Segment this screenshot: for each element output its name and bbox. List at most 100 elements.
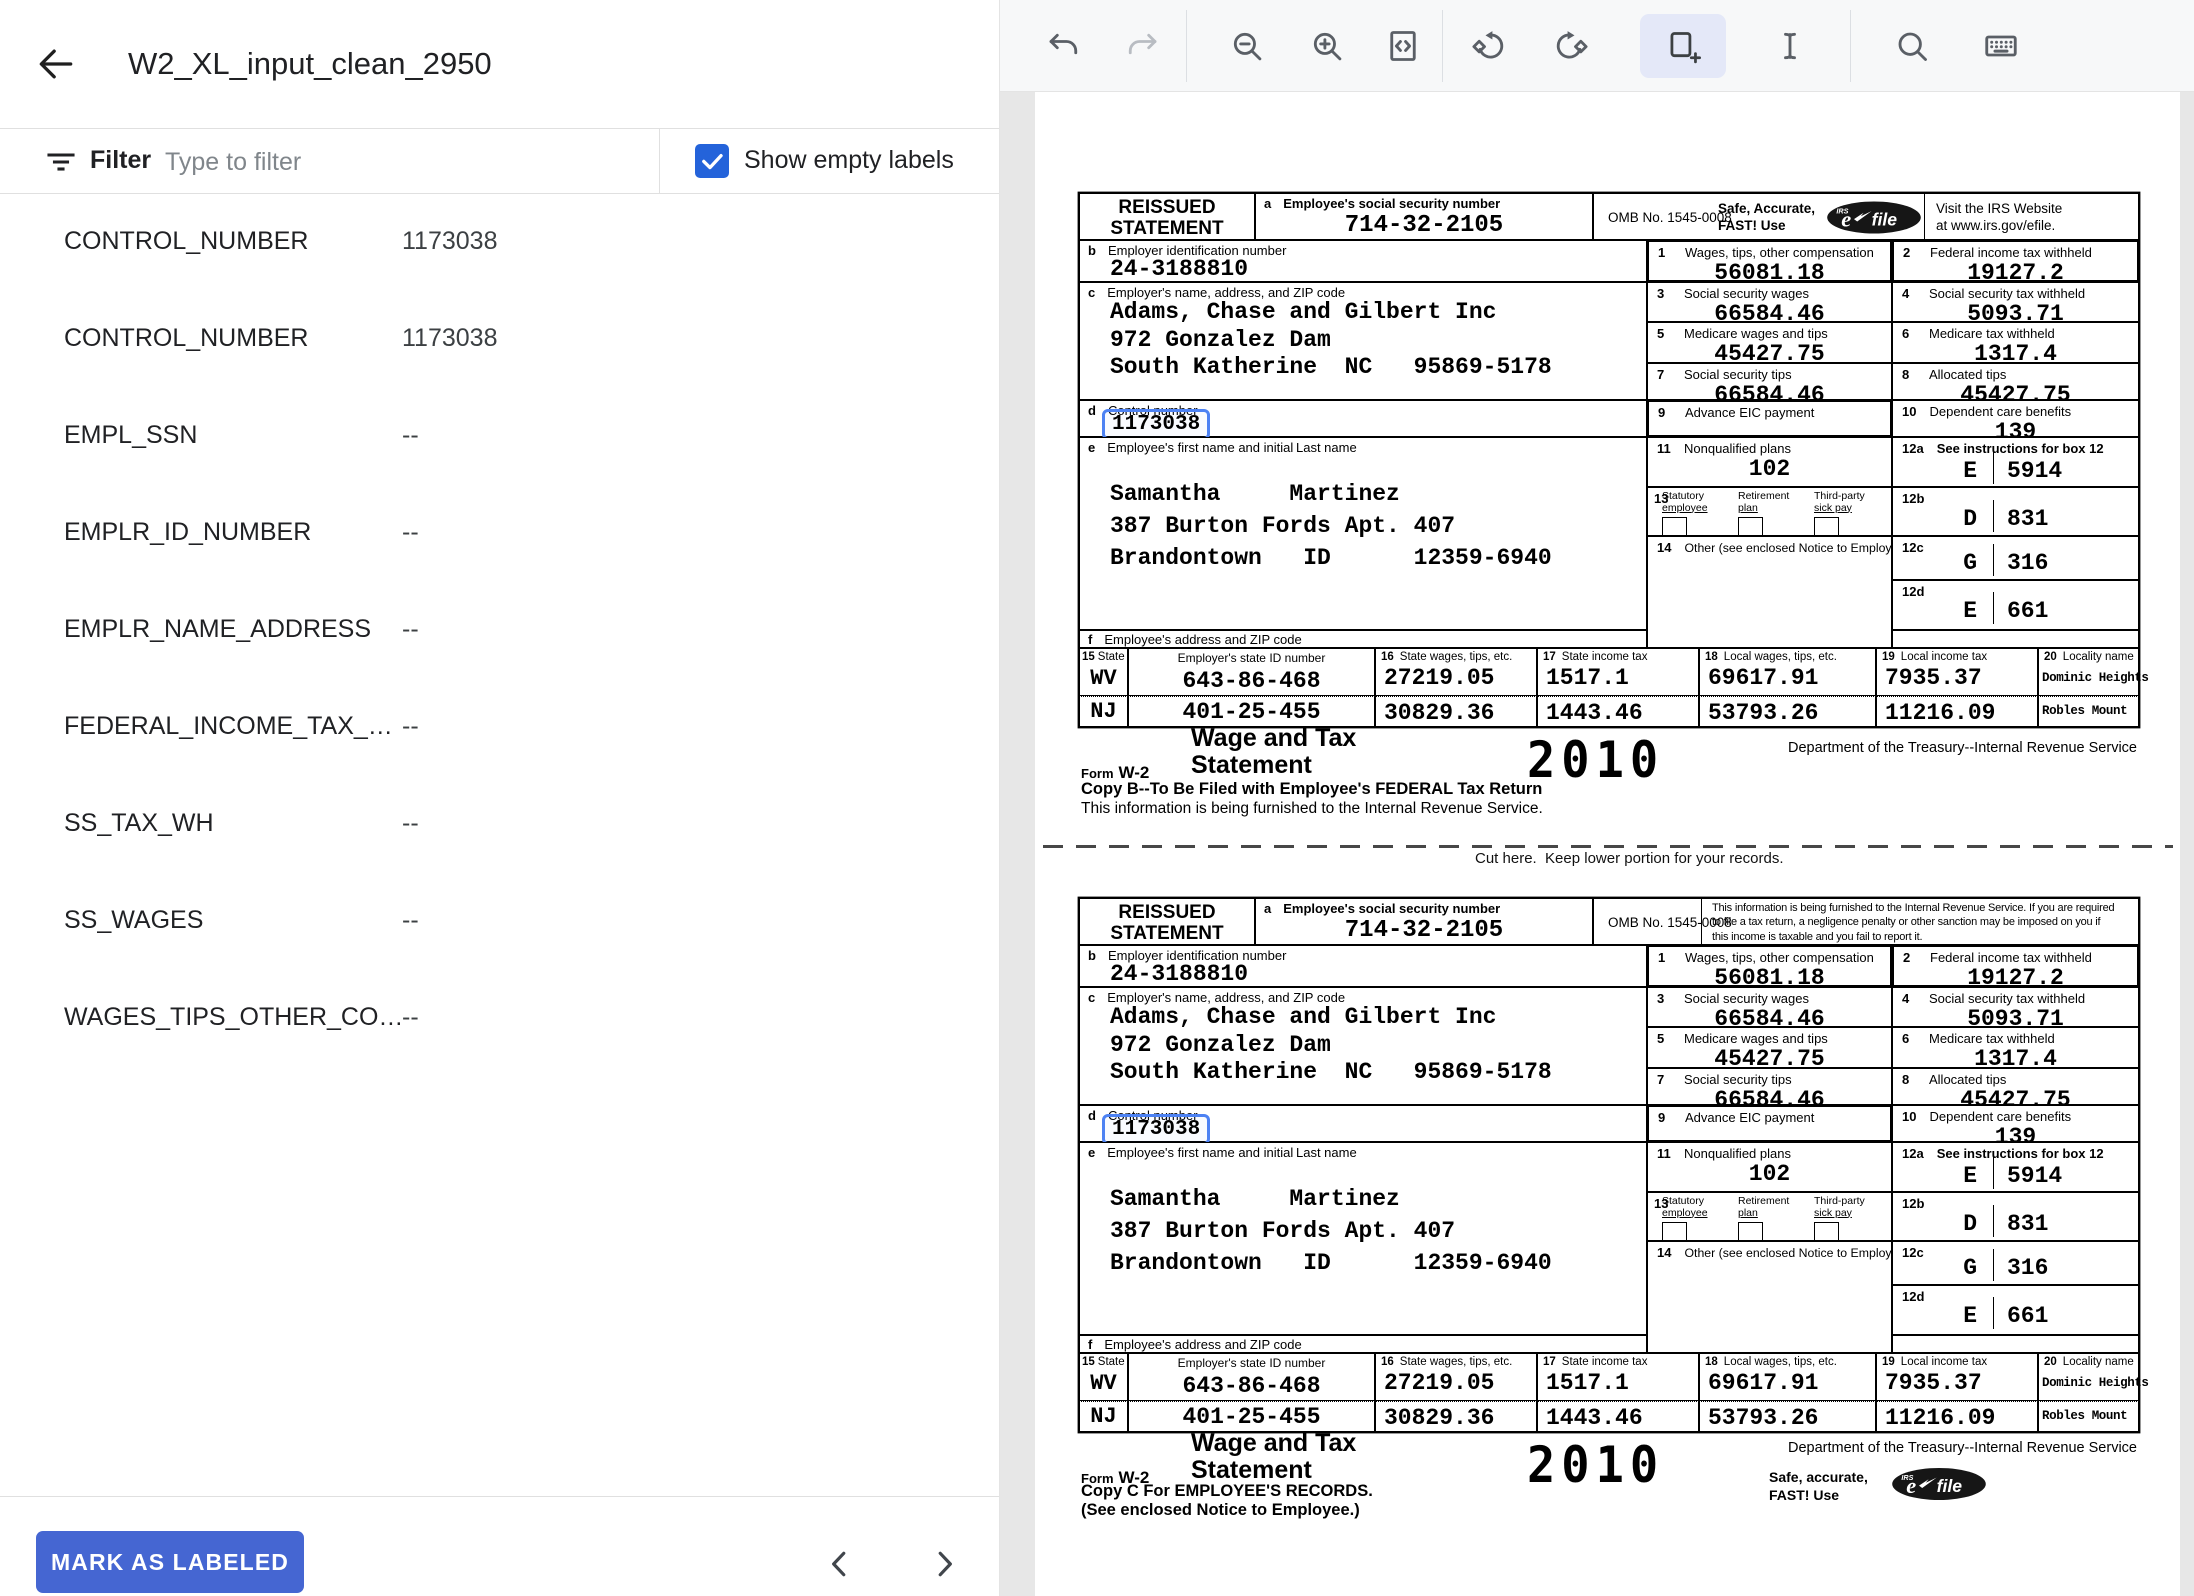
undo-button[interactable] <box>1045 28 1081 64</box>
rotate-left-button[interactable] <box>1472 28 1508 64</box>
filter-bar: Filter Show empty labels <box>0 128 999 194</box>
w2-box-4: 4Social security tax withheld5093.71 <box>1892 987 2139 1027</box>
filter-divider <box>659 129 660 193</box>
w2-box-13: 13 Statutoryemployee Retirementplan Thir… <box>1647 1192 1892 1241</box>
zoom-out-icon <box>1229 28 1265 64</box>
mark-as-labeled-button[interactable]: MARK AS LABELED <box>36 1531 304 1593</box>
list-item[interactable]: EMPLR_NAME_ADDRESS-- <box>0 581 999 678</box>
w2-box-11: 11Nonqualified plans102 <box>1647 437 1892 487</box>
w2-state-row: 53793.26 <box>1699 696 1876 727</box>
show-empty-checkbox[interactable] <box>695 144 729 178</box>
w2-footer: FormW-2 Wage and TaxStatement 2010 Depar… <box>1079 1432 2139 1524</box>
arrow-back-icon <box>34 42 78 86</box>
label-name: SS_WAGES <box>64 906 402 935</box>
w2-box-3: 3Social security wages66584.46 <box>1647 282 1892 322</box>
w2-state-row: 1443.46 <box>1537 696 1699 727</box>
chevron-right-icon <box>926 1545 964 1583</box>
w2-box-9: 9Advance EIC payment <box>1647 1105 1892 1142</box>
rotate-left-icon <box>1472 28 1508 64</box>
zoom-in-button[interactable] <box>1309 28 1345 64</box>
filter-input[interactable] <box>163 141 627 183</box>
tax-year: 2010 <box>1527 1436 1664 1495</box>
w2-box-4: 4Social security tax withheld5093.71 <box>1892 282 2139 322</box>
keyboard-shortcuts-button[interactable] <box>1983 28 2019 64</box>
w2-box-20: 20Locality name Dominic Heights <box>2038 648 2139 696</box>
previous-document-button[interactable] <box>820 1545 858 1583</box>
w2-box-b: bEmployer identification number 24-31888… <box>1079 945 1647 987</box>
w2-box-17: 17State income tax 1517.1 <box>1537 648 1699 696</box>
next-document-button[interactable] <box>926 1545 964 1583</box>
w2-state-row: Robles Mount <box>2038 1401 2139 1432</box>
w2-box-18: 18Local wages, tips, etc. 69617.91 <box>1699 648 1876 696</box>
show-empty-label: Show empty labels <box>744 146 954 175</box>
svg-text:file: file <box>1937 1476 1963 1496</box>
fit-to-width-icon <box>1385 28 1421 64</box>
w2-box-f: fEmployee's address and ZIP code <box>1079 630 1647 648</box>
w2-box-2: 2Federal income tax withheld19127.2 <box>1892 240 2139 282</box>
w2-box-a: aEmployee's social security number 714-3… <box>1255 898 1593 945</box>
toolbar-separator <box>1850 10 1851 82</box>
panel-header: W2_XL_input_clean_2950 <box>0 0 999 128</box>
w2-box-12a: 12aSee instructions for box 12 E5914 <box>1892 437 2139 487</box>
w2-box-19: 19Local income tax 7935.37 <box>1876 1353 2038 1401</box>
w2-box-e: eEmployee's first name and initial Last … <box>1079 437 1647 630</box>
w2-box-2: 2Federal income tax withheld19127.2 <box>1892 945 2139 987</box>
cut-line <box>1043 845 2173 848</box>
list-item[interactable]: SS_TAX_WH-- <box>0 775 999 872</box>
keyboard-icon <box>1983 28 2019 64</box>
efile-logo: IRS e file <box>1826 198 1922 237</box>
w2-reissued-box: REISSUEDSTATEMENT <box>1079 193 1255 240</box>
zoom-out-button[interactable] <box>1229 28 1265 64</box>
back-button[interactable] <box>34 42 78 86</box>
w2-state-row: 11216.09 <box>1876 1401 2038 1432</box>
label-value: -- <box>402 421 419 450</box>
w2-box-18: 18Local wages, tips, etc. 69617.91 <box>1699 1353 1876 1401</box>
w2-box-12d: 12d E661 <box>1892 580 2139 630</box>
w2-box-16: 16State wages, tips, etc. 27219.05 <box>1375 1353 1537 1401</box>
w2-state-row: 53793.26 <box>1699 1401 1876 1432</box>
panel-footer: MARK AS LABELED <box>0 1496 999 1596</box>
fit-to-width-button[interactable] <box>1385 28 1421 64</box>
w2-state-id: Employer's state ID number 643-86-468 <box>1128 1353 1375 1401</box>
text-select-button[interactable] <box>1772 28 1808 64</box>
tax-year: 2010 <box>1527 731 1664 790</box>
filter-label: Filter <box>90 146 151 175</box>
w2-box-1: 1Wages, tips, other compensation56081.18 <box>1647 945 1892 987</box>
control-number-annotation[interactable]: 1173038 <box>1102 1114 1210 1145</box>
rotate-right-button[interactable] <box>1552 28 1588 64</box>
w2-box-12-spacer <box>1892 630 2139 648</box>
label-name: EMPLR_ID_NUMBER <box>64 518 402 547</box>
w2-box-12a: 12aSee instructions for box 12 E5914 <box>1892 1142 2139 1192</box>
w2-box-3: 3Social security wages66584.46 <box>1647 987 1892 1027</box>
add-bounding-box-button[interactable] <box>1665 28 1701 64</box>
w2-box-6: 6Medicare tax withheld1317.4 <box>1892 1027 2139 1068</box>
label-value: -- <box>402 518 419 547</box>
w2-box-16: 16State wages, tips, etc. 27219.05 <box>1375 648 1537 696</box>
list-item[interactable]: FEDERAL_INCOME_TAX_…-- <box>0 678 999 775</box>
w2-box-10: 10Dependent care benefits139 <box>1892 1105 2139 1142</box>
list-item[interactable]: CONTROL_NUMBER1173038 <box>0 193 999 290</box>
toolbar-separator <box>1186 10 1187 82</box>
document-viewer[interactable]: REISSUEDSTATEMENT aEmployee's social sec… <box>1000 92 2194 1596</box>
w2-state-row: 11216.09 <box>1876 696 2038 727</box>
label-name: FEDERAL_INCOME_TAX_… <box>64 712 402 741</box>
list-item[interactable]: EMPLR_ID_NUMBER-- <box>0 484 999 581</box>
svg-text:e: e <box>1906 1473 1916 1498</box>
w2-box-b: bEmployer identification number 24-31888… <box>1079 240 1647 282</box>
redo-button[interactable] <box>1125 28 1161 64</box>
search-button[interactable] <box>1894 28 1930 64</box>
w2-box-12c: 12c G316 <box>1892 536 2139 580</box>
list-item[interactable]: SS_WAGES-- <box>0 872 999 969</box>
w2-box-20: 20Locality name Dominic Heights <box>2038 1353 2139 1401</box>
redo-icon <box>1125 28 1161 64</box>
list-item[interactable]: WAGES_TIPS_OTHER_CO…-- <box>0 969 999 1066</box>
list-item[interactable]: EMPL_SSN-- <box>0 387 999 484</box>
control-number-annotation[interactable]: 1173038 <box>1102 409 1210 440</box>
label-value: 1173038 <box>402 227 497 256</box>
w2-state-row: 30829.36 <box>1375 696 1537 727</box>
svg-text:file: file <box>1872 210 1898 230</box>
list-item[interactable]: CONTROL_NUMBER1173038 <box>0 290 999 387</box>
label-value: -- <box>402 906 419 935</box>
w2-box-15: 15State WV <box>1079 648 1128 696</box>
w2-box-1: 1Wages, tips, other compensation56081.18 <box>1647 240 1892 282</box>
